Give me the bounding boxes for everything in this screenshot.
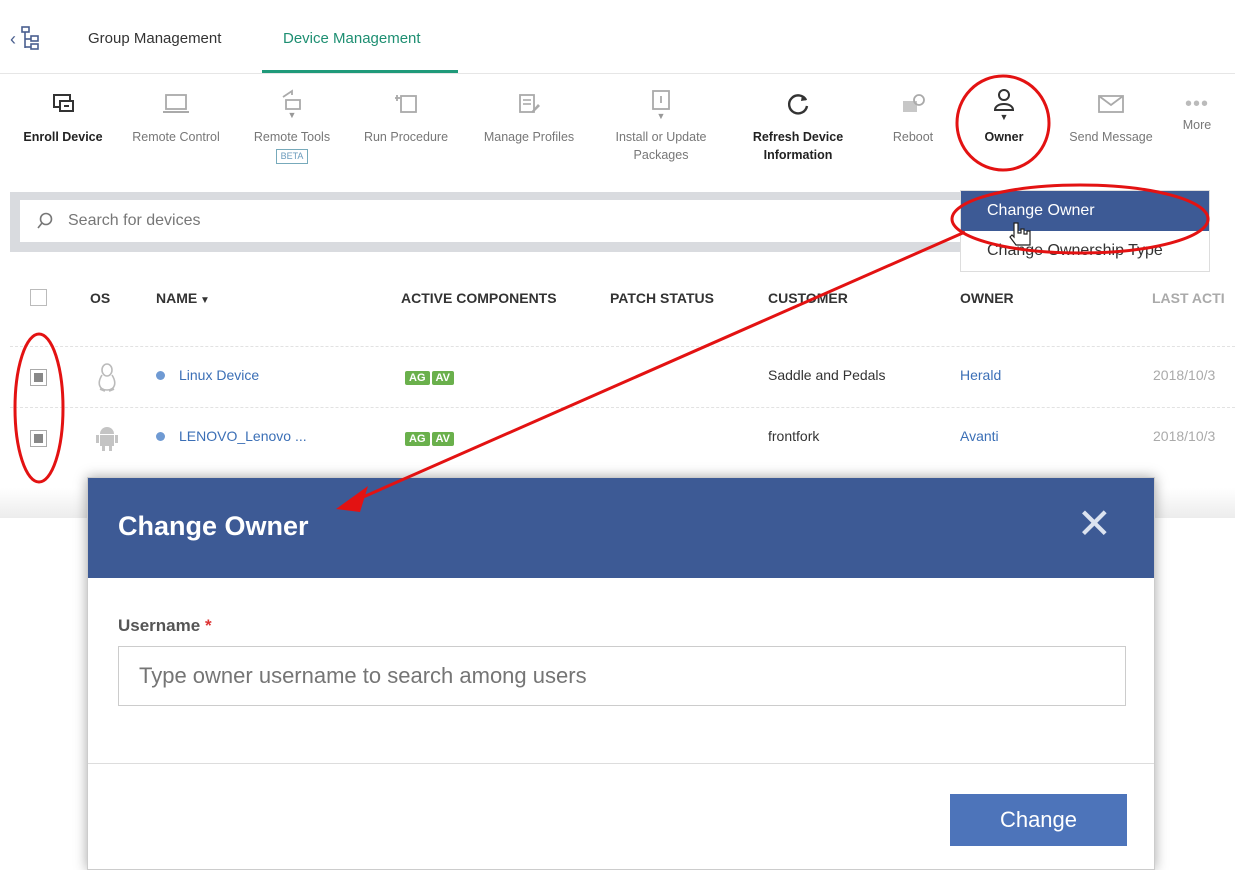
row-checkbox[interactable] [30,430,47,447]
reboot-button[interactable]: Reboot [874,80,952,146]
enroll-device-label: Enroll Device [23,130,103,144]
dialog-title: Change Owner [118,511,309,541]
install-label-line1: Install or Update [615,130,707,144]
refresh-icon [787,94,809,115]
device-management-page: ‹ Group Management Device Management Enr… [0,0,1235,870]
last-active-cell: 2018/10/3 [1153,428,1216,444]
customer-cell: Saddle and Pedals [768,367,886,383]
change-owner-dialog: Change Owner ✕ Username * Change [87,477,1155,870]
owner-button[interactable]: ▼ Owner [966,80,1042,146]
table-row[interactable]: LENOVO_Lenovo ... AG AV frontfork Avanti … [10,407,1235,467]
refresh-label-line2: Information [763,148,833,162]
sort-down-icon: ▼ [197,295,210,306]
owner-label: Owner [984,130,1024,144]
badge-av: AV [431,371,454,385]
enroll-device-icon [53,94,74,112]
menu-item-change-owner[interactable]: Change Owner [961,191,1209,231]
owner-link[interactable]: Avanti [960,428,999,444]
back-to-groups-button[interactable]: ‹ [10,22,50,56]
change-button[interactable]: Change [950,794,1127,846]
device-table-header: OS NAME ▼ ACTIVE COMPONENTS PATCH STATUS… [10,280,1235,320]
tree-hierarchy-icon [21,26,39,50]
refresh-label-line1: Refresh Device [752,130,844,144]
install-label-line2: Packages [633,148,689,162]
linux-penguin-icon [98,363,116,392]
header-os: OS [90,290,111,306]
manage-profiles-button[interactable]: Manage Profiles [472,80,586,146]
run-procedure-button[interactable]: Run Procedure [354,80,458,146]
reboot-label: Reboot [892,130,934,144]
beta-badge: BETA [275,149,309,164]
username-field[interactable] [118,646,1126,706]
table-row[interactable]: Linux Device AG AV Saddle and Pedals Hera… [10,346,1235,406]
close-icon[interactable]: ✕ [1077,503,1112,545]
badge-ag: AG [405,432,430,446]
badge-ag: AG [405,371,430,385]
caret-down-icon: ▼ [656,111,666,121]
more-button[interactable]: ••• More [1172,80,1222,134]
owner-dropdown-menu: Change Owner Change Ownership Type [960,190,1210,272]
status-dot [156,371,165,380]
header-customer: CUSTOMER [768,290,848,306]
chevron-left-icon: ‹ [10,28,16,49]
required-asterisk: * [204,616,212,635]
search-icon [37,212,53,229]
send-message-label: Send Message [1069,130,1153,144]
header-name[interactable]: NAME ▼ [156,290,210,306]
refresh-device-information-button[interactable]: Refresh Device Information [736,80,860,164]
run-procedure-icon [395,95,417,113]
header-owner: OWNER [960,290,1014,306]
header-name-label: NAME [156,290,198,306]
install-update-packages-button[interactable]: ▼ Install or Update Packages [600,80,722,164]
last-active-cell: 2018/10/3 [1153,367,1216,383]
top-tab-bar: ‹ Group Management Device Management [0,0,1235,74]
envelope-icon [1098,95,1124,113]
manage-profiles-label: Manage Profiles [483,130,575,144]
device-toolbar: Enroll Device Remote Control ▼ Remote To… [0,80,1235,190]
username-label: Username * [118,616,212,636]
username-label-text: Username [118,616,201,635]
search-placeholder: Search for devices [68,212,201,229]
customer-cell: frontfork [768,428,820,444]
select-all-checkbox[interactable] [30,289,47,306]
enroll-device-button[interactable]: Enroll Device [18,80,108,146]
tab-group-management[interactable]: Group Management [88,30,221,47]
remote-tools-label: Remote Tools [253,130,331,144]
caret-down-icon: ▼ [999,112,1009,122]
run-procedure-label: Run Procedure [363,130,449,144]
device-name-link[interactable]: Linux Device [179,367,259,383]
badge-av: AV [431,432,454,446]
status-dot [156,432,165,441]
remote-control-button[interactable]: Remote Control [122,80,230,146]
header-last-active: LAST ACTI [1152,290,1225,306]
reboot-icon [903,94,925,112]
ellipsis-icon: ••• [1184,93,1209,115]
more-label: More [1182,118,1212,132]
android-icon [96,427,118,451]
remote-tools-button[interactable]: ▼ Remote Tools BETA [244,80,340,164]
dialog-header: Change Owner ✕ [88,478,1154,578]
row-checkbox[interactable] [30,369,47,386]
dialog-divider [88,763,1154,764]
remote-control-label: Remote Control [132,130,220,144]
send-message-button[interactable]: Send Message [1056,80,1166,146]
remote-tools-icon [282,89,301,110]
owner-link[interactable]: Herald [960,367,1001,383]
active-tab-indicator [262,70,458,73]
package-icon [652,90,670,110]
header-patch-status: PATCH STATUS [610,290,714,306]
device-name-link[interactable]: LENOVO_Lenovo ... [179,428,307,444]
manage-profiles-icon [519,94,540,113]
laptop-icon [163,94,189,113]
caret-down-icon: ▼ [287,110,297,120]
menu-item-change-ownership-type[interactable]: Change Ownership Type [961,231,1209,271]
user-owner-icon [993,89,1015,111]
tab-device-management[interactable]: Device Management [283,30,421,47]
header-active-components: ACTIVE COMPONENTS [401,290,557,306]
search-input[interactable]: Search for devices [20,200,980,242]
